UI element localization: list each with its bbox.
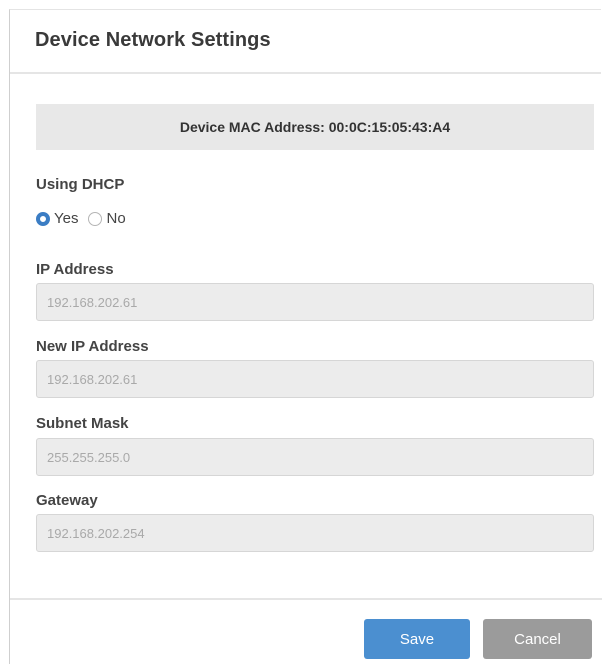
dhcp-yes-radio[interactable]: Yes bbox=[36, 210, 78, 227]
dialog-header: Device Network Settings bbox=[10, 10, 601, 74]
gateway-label: Gateway bbox=[36, 492, 98, 509]
dhcp-yes-label: Yes bbox=[54, 210, 79, 227]
ip-address-label: IP Address bbox=[36, 261, 114, 278]
new-ip-address-field[interactable]: 192.168.202.61 bbox=[36, 360, 594, 398]
dhcp-no-radio[interactable]: No bbox=[88, 210, 126, 227]
ip-address-field[interactable]: 192.168.202.61 bbox=[36, 283, 594, 321]
save-button[interactable]: Save bbox=[364, 619, 470, 659]
dhcp-radio-group: Yes No bbox=[36, 210, 136, 227]
subnet-mask-label: Subnet Mask bbox=[36, 415, 129, 432]
mac-address-label: Device MAC Address: bbox=[179, 119, 325, 135]
cancel-button[interactable]: Cancel bbox=[483, 619, 592, 659]
radio-selected-icon bbox=[36, 211, 50, 226]
footer-divider bbox=[10, 598, 602, 600]
mac-address-banner: Device MAC Address: 00:0C:15:05:43:A4 bbox=[36, 104, 594, 150]
dhcp-label: Using DHCP bbox=[36, 176, 125, 193]
network-settings-dialog: Device Network Settings Device MAC Addre… bbox=[9, 9, 602, 664]
dhcp-no-label: No bbox=[106, 210, 126, 227]
subnet-mask-field[interactable]: 255.255.255.0 bbox=[36, 438, 594, 476]
mac-address-value: 00:0C:15:05:43:A4 bbox=[328, 119, 451, 135]
gateway-field[interactable]: 192.168.202.254 bbox=[36, 514, 594, 552]
dialog-title: Device Network Settings bbox=[35, 29, 271, 51]
new-ip-address-label: New IP Address bbox=[36, 338, 149, 355]
radio-unselected-icon bbox=[88, 211, 103, 226]
